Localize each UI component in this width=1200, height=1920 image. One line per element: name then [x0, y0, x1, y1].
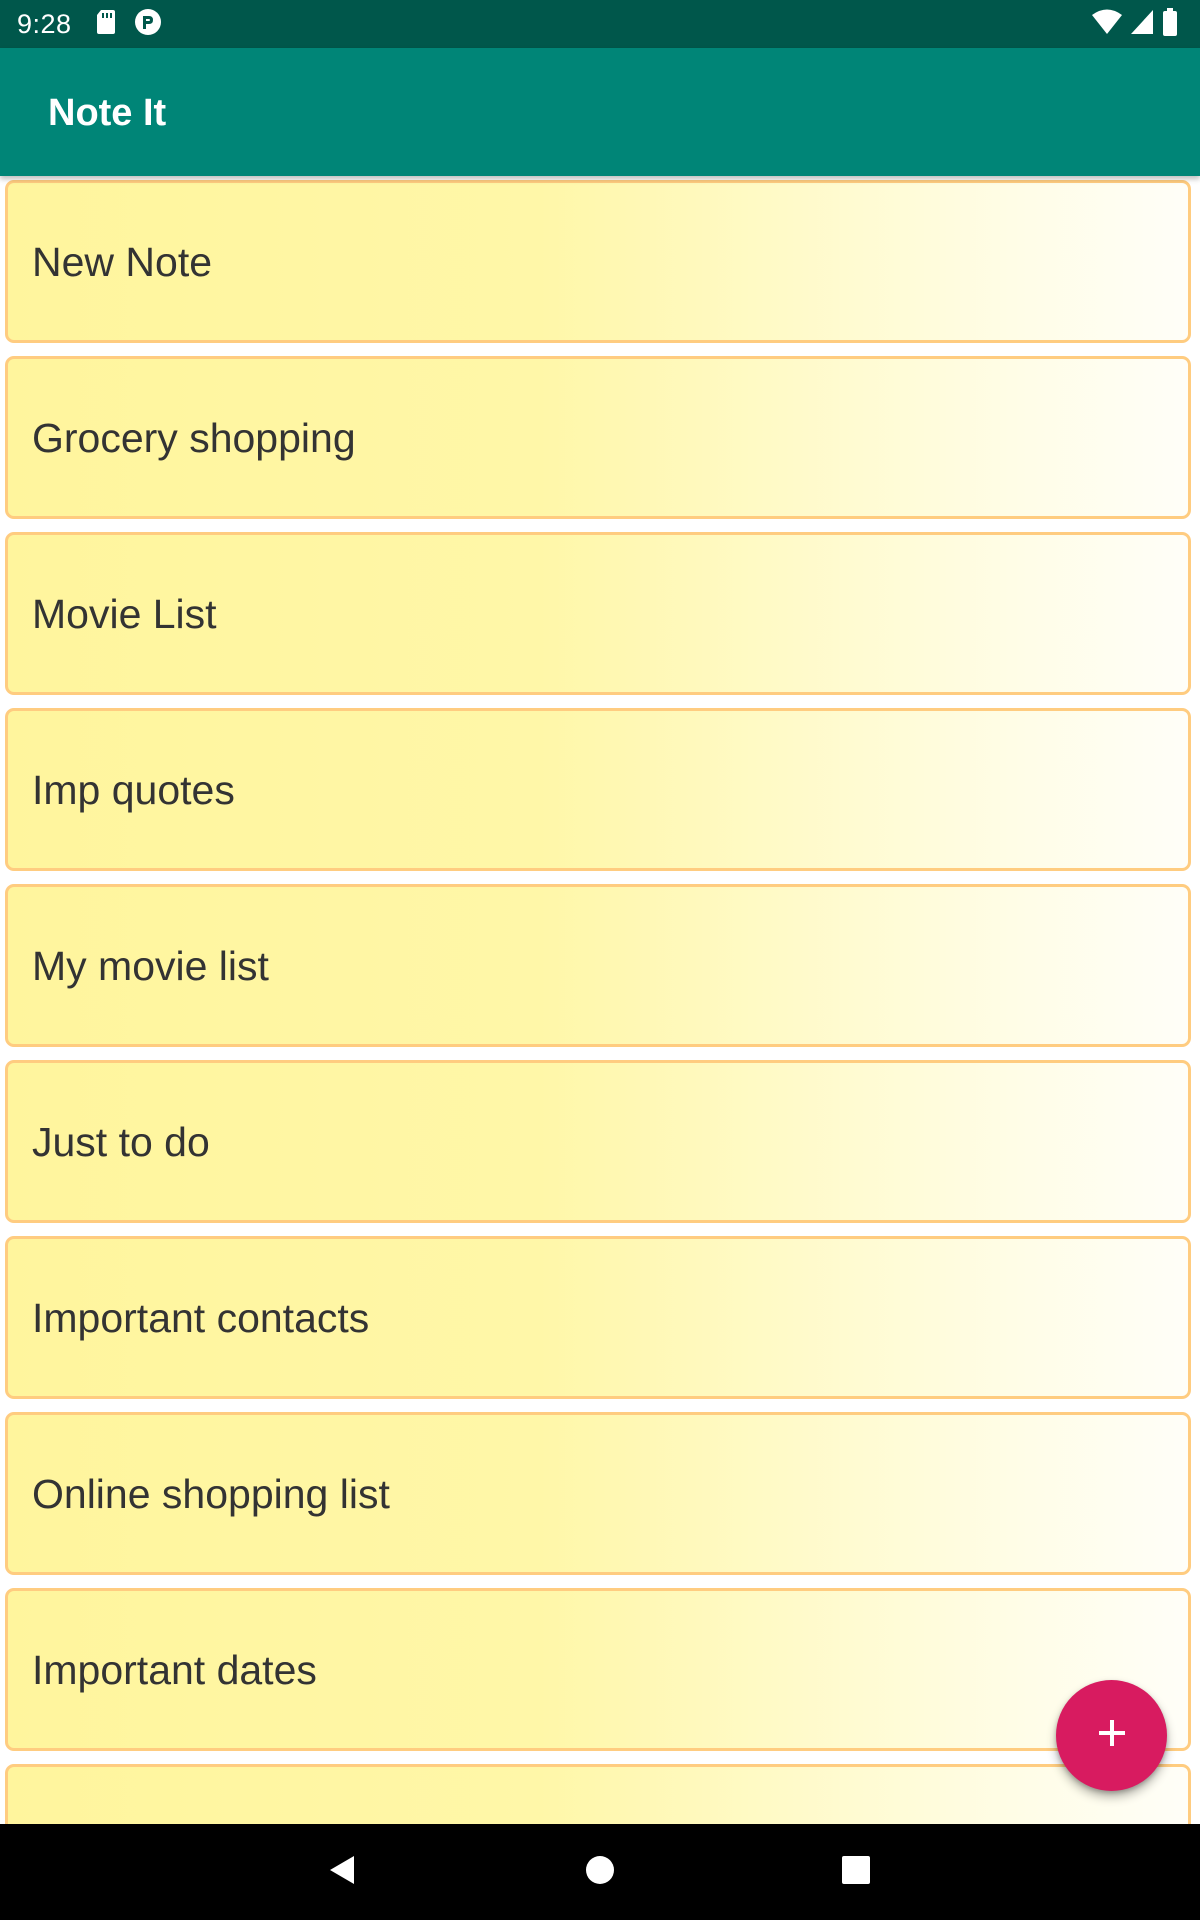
add-note-button[interactable] — [1056, 1680, 1167, 1791]
status-left-icons — [96, 8, 162, 41]
note-title: Just to do — [32, 1118, 210, 1165]
status-right-icons — [1092, 7, 1178, 41]
sd-card-icon — [96, 9, 116, 40]
plus-icon — [1097, 1718, 1127, 1753]
note-card-partial[interactable] — [5, 1764, 1191, 1824]
note-card[interactable]: Imp quotes — [5, 708, 1191, 871]
note-title: New Note — [32, 238, 213, 285]
note-card[interactable]: Just to do — [5, 1060, 1191, 1223]
note-title: Grocery shopping — [32, 414, 356, 461]
battery-icon — [1162, 7, 1178, 41]
note-card[interactable]: Grocery shopping — [5, 356, 1191, 519]
wifi-icon — [1092, 9, 1122, 40]
note-title: Important dates — [32, 1646, 317, 1693]
note-card[interactable]: My movie list — [5, 884, 1191, 1047]
recents-icon — [840, 1854, 872, 1891]
note-title: Important contacts — [32, 1294, 370, 1341]
screen: 9:28 Note It New Note Grocery shopping M… — [0, 0, 1200, 1920]
status-bar: 9:28 — [0, 0, 1200, 48]
note-card[interactable]: Movie List — [5, 532, 1191, 695]
cellular-signal-icon — [1130, 9, 1154, 40]
back-button[interactable] — [294, 1824, 390, 1920]
note-title: Movie List — [32, 590, 217, 637]
note-title: Imp quotes — [32, 766, 235, 813]
app-title: Note It — [48, 92, 167, 134]
home-button[interactable] — [552, 1824, 648, 1920]
note-title: Online shopping list — [32, 1470, 390, 1517]
navigation-bar — [0, 1824, 1200, 1920]
home-icon — [584, 1854, 616, 1891]
app-bar: Note It — [0, 48, 1200, 176]
app-notification-icon — [134, 8, 162, 41]
back-icon — [324, 1852, 360, 1893]
note-card[interactable]: Important dates — [5, 1588, 1191, 1751]
note-card[interactable]: Important contacts — [5, 1236, 1191, 1399]
notes-list[interactable]: New Note Grocery shopping Movie List Imp… — [0, 176, 1200, 1824]
recents-button[interactable] — [808, 1824, 904, 1920]
note-title: My movie list — [32, 942, 269, 989]
note-card[interactable]: Online shopping list — [5, 1412, 1191, 1575]
status-time: 9:28 — [17, 9, 72, 39]
note-card[interactable]: New Note — [5, 180, 1191, 343]
